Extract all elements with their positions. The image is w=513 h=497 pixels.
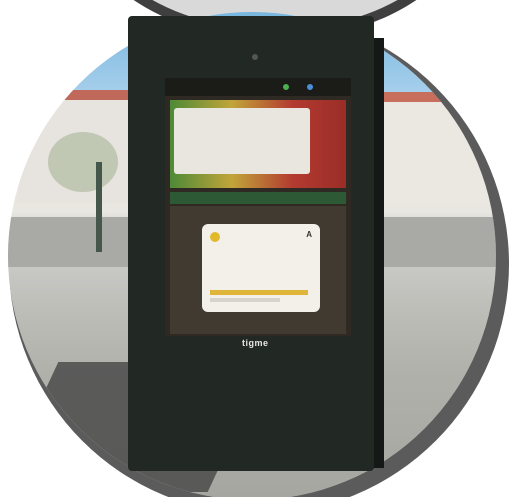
tree (48, 132, 118, 192)
status-dot-icon (307, 84, 313, 90)
divider-bar (170, 192, 346, 204)
news-banner[interactable] (170, 100, 346, 188)
notice-card[interactable]: A (202, 224, 320, 312)
street-pole (96, 162, 102, 252)
kiosk-screen[interactable]: A (165, 78, 351, 336)
status-bar (165, 78, 351, 96)
photo-scene: A tigme (0, 0, 513, 497)
notice-stripe-secondary (210, 298, 280, 302)
status-dot-icon (283, 84, 289, 90)
camera-icon (252, 54, 258, 60)
banner-card (174, 108, 310, 174)
roof-right (383, 92, 496, 102)
brand-logo: tigme (242, 338, 269, 348)
info-icon (210, 232, 220, 242)
roof-left (18, 90, 138, 100)
notice-badge: A (306, 230, 312, 239)
lower-panel: A (170, 206, 346, 334)
building-right (383, 94, 496, 204)
notice-stripe (210, 290, 308, 295)
